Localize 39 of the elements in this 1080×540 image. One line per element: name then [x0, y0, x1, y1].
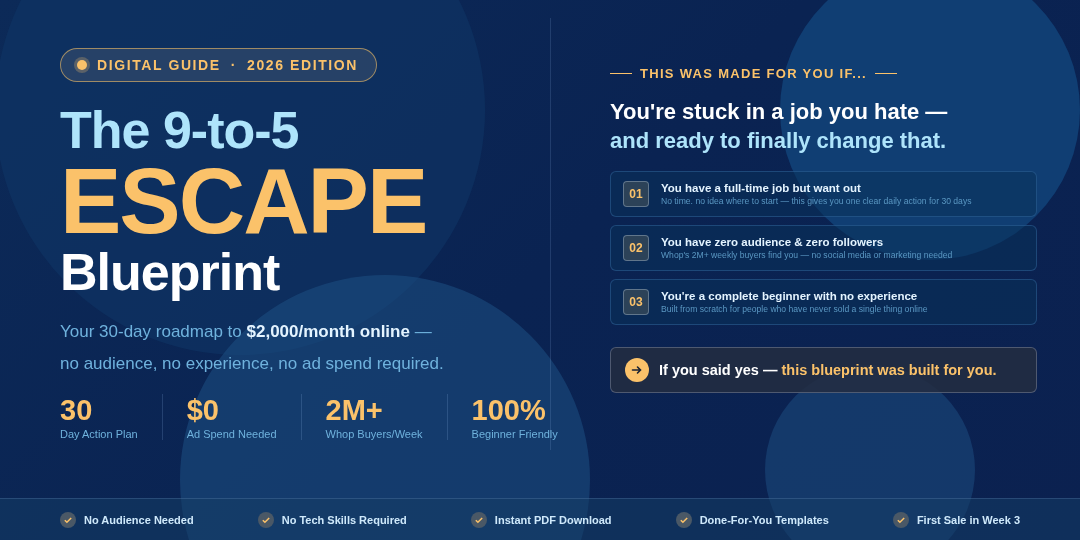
stat-value: $0: [186, 394, 220, 426]
stat-label: Beginner Friendly: [471, 428, 558, 440]
feature-label: No Tech Skills Required: [281, 513, 407, 526]
feature-label: Done-For-You Templates: [699, 513, 829, 526]
check-icon: [257, 511, 274, 528]
headline: and ready to finally change that.: [610, 127, 948, 155]
check-icon: [470, 511, 487, 528]
badge-text: 2026 EDITION: [247, 57, 358, 73]
stat-value: 30: [60, 394, 94, 426]
badge-text: DIGITAL GUIDE: [97, 57, 221, 73]
feature-label: First Sale in Week 3: [916, 513, 1020, 526]
number-badge: 02: [623, 235, 649, 261]
subtitle: Your 30-day roadmap to $2,000/month online — no audience, no experience, no ad spend required.: [60, 321, 445, 375]
eyebrow-text: THIS WAS MADE FOR YOU IF...: [640, 66, 867, 81]
criteria-title: You have zero audience & zero followers: [661, 236, 885, 248]
title-line: Blueprint: [60, 244, 281, 300]
check-icon: [675, 511, 692, 528]
stat-value: 100%: [471, 394, 547, 426]
title-highlight: ESCAPE: [60, 158, 428, 244]
headline: You're stuck in a job you hate —: [610, 98, 949, 126]
stat-label: Whop Buyers/Week: [325, 428, 423, 440]
number-badge: 03: [623, 289, 649, 315]
badge-text: ·: [230, 57, 237, 73]
criteria-detail: Built from scratch for people who have never sold a single thing online: [661, 304, 928, 314]
criteria-detail: Whop's 2M+ weekly buyers find you — no social media or marketing needed: [661, 250, 953, 260]
number-badge: 01: [623, 181, 649, 207]
title-line: The 9-to-5: [60, 102, 300, 158]
check-icon: [892, 511, 909, 528]
feature-label: Instant PDF Download: [494, 513, 612, 526]
stat-label: Day Action Plan: [60, 428, 138, 440]
stat-value: 2M+: [325, 394, 384, 426]
criteria-detail: No time. no idea where to start — this gives you one clear daily action for 30 days: [661, 196, 972, 206]
feature-label: No Audience Needed: [84, 513, 194, 526]
check-icon: [60, 511, 76, 528]
dot-icon: [77, 60, 87, 70]
stat-label: Ad Spend Needed: [186, 428, 277, 440]
criteria-title: You're a complete beginner with no experience: [661, 290, 919, 302]
callout-text: If you said yes — this blueprint was built for you.: [659, 362, 997, 378]
criteria-title: You have a full-time job but want out: [661, 182, 862, 194]
